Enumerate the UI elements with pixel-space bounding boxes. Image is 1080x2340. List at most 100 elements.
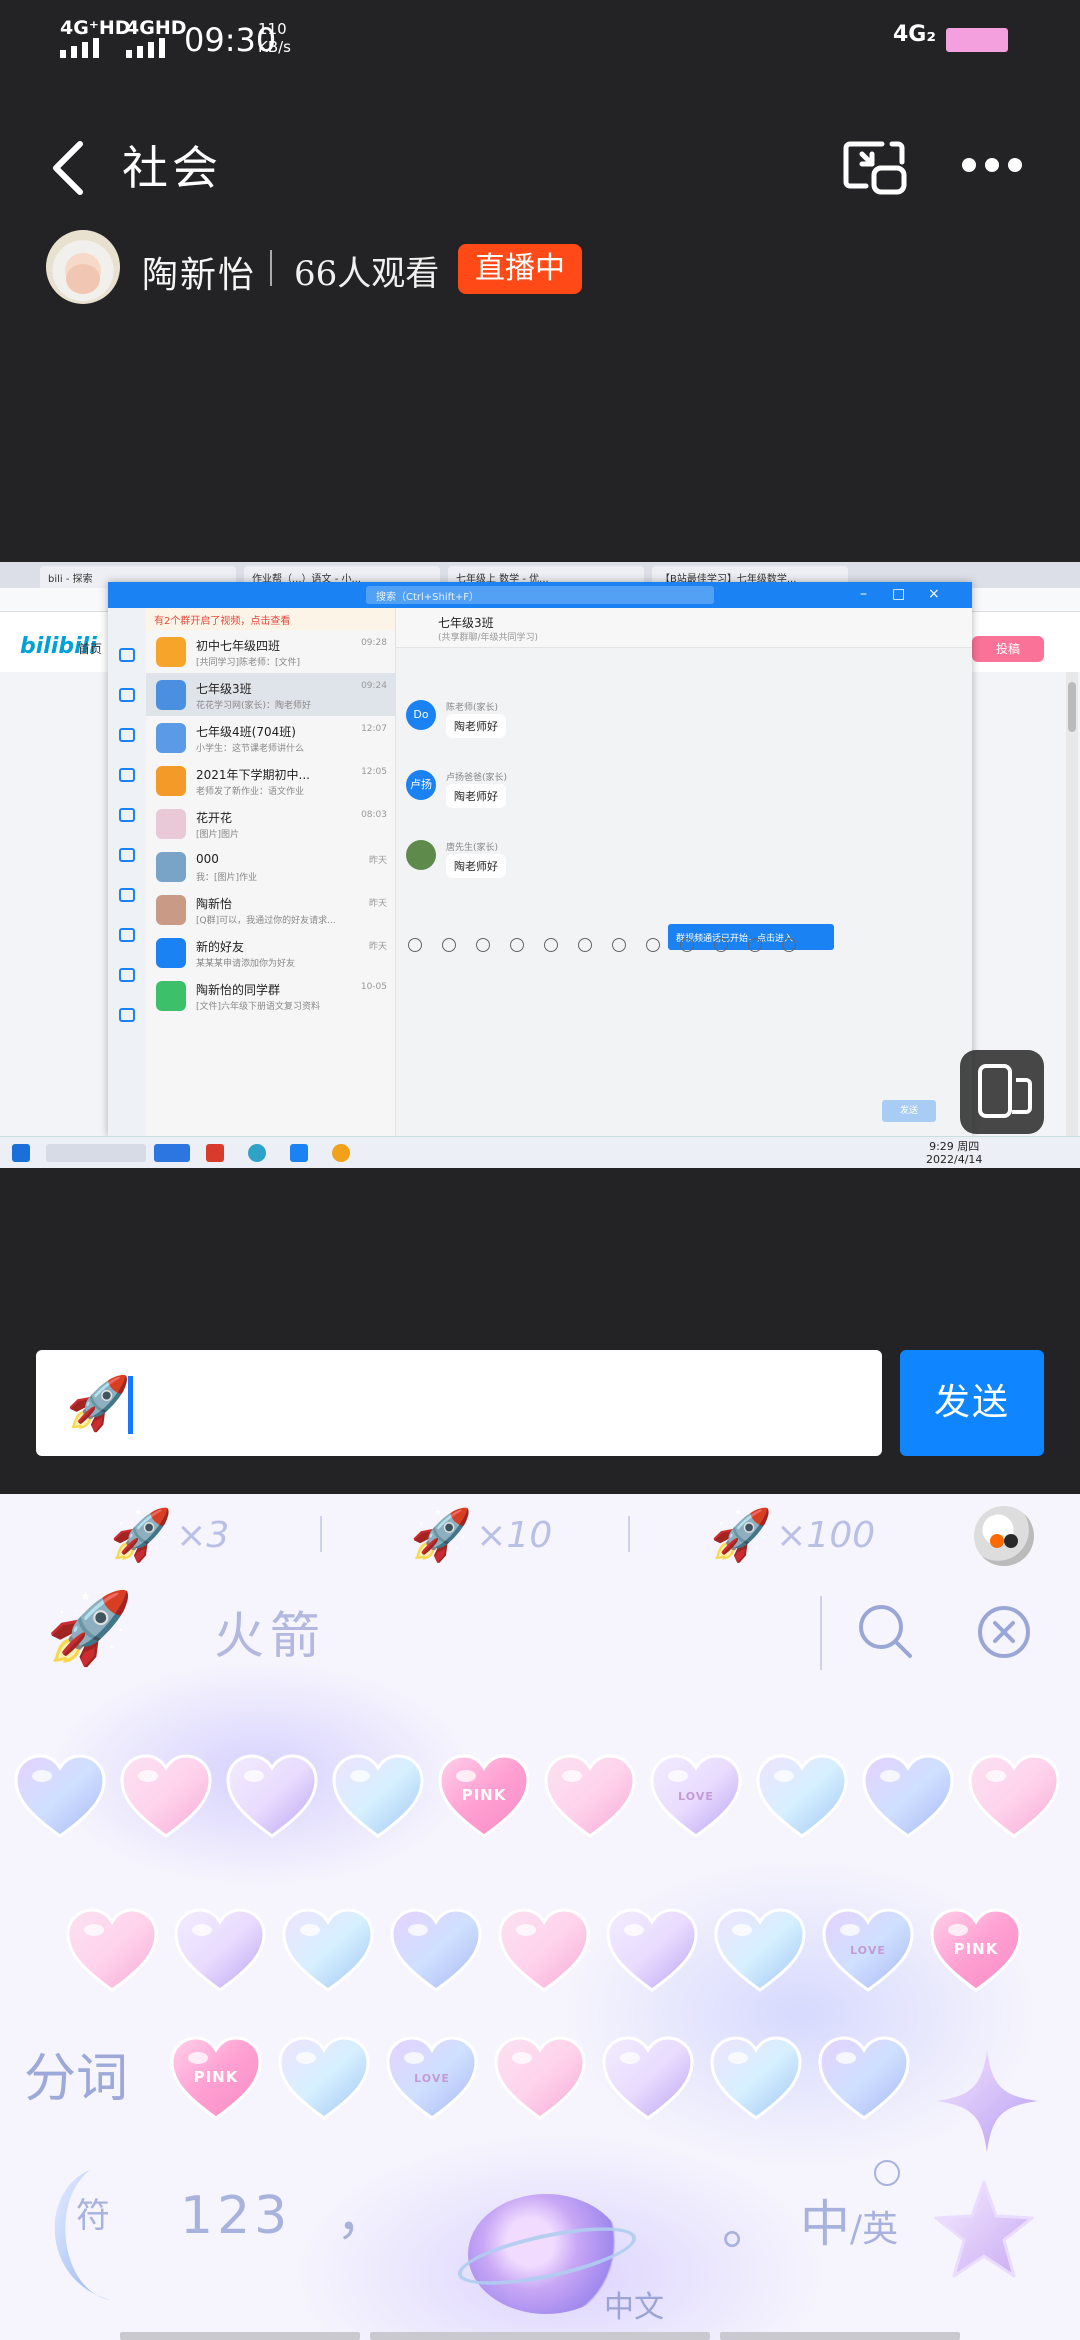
heart-sticker-icon[interactable] xyxy=(708,2034,804,2124)
number-key[interactable]: 123 xyxy=(180,2186,291,2246)
search-icon[interactable] xyxy=(856,1602,914,1660)
qq-list-notice: 有2个群开启了视频，点击查看 xyxy=(146,608,395,630)
doc-icon xyxy=(119,888,135,902)
chat-avatar: 卢扬 xyxy=(406,770,436,800)
combo-count: ×3 xyxy=(176,1514,230,1556)
network-1-label: 4G⁺HD xyxy=(60,17,131,39)
list-item: 初中七年级四班 [共同学习]陈老师：[文件] 09:28 xyxy=(146,630,395,673)
cloud-icon xyxy=(119,848,135,862)
heart-sticker-icon[interactable] xyxy=(966,1752,1062,1842)
space-label: 中文 xyxy=(604,2290,664,2325)
list-item: 七年级4班(704班) 小学生：这节课老师讲什么 12:07 xyxy=(146,716,395,759)
list-item: 陶新怡 [Q群]可以，我通过你的好友请求... 昨天 xyxy=(146,888,395,931)
keyboard: 🚀 ×3 🚀 ×10 🚀 ×100 🚀 火箭 PINK LOVE LOVE PINK xyxy=(0,1494,1080,2340)
phone-icon xyxy=(119,808,135,822)
clear-circle-icon[interactable] xyxy=(976,1604,1032,1660)
live-video[interactable]: bili - 探索 作业帮（...）语文 - 小... 七年级上 数学 - 优.… xyxy=(0,562,1080,1168)
streamer-name[interactable]: 陶新怡 xyxy=(142,246,256,298)
candidate-rocket-icon[interactable]: 🚀 xyxy=(46,1588,133,1668)
chat-list-avatar xyxy=(156,766,186,796)
heart-sticker-icon[interactable]: PINK xyxy=(928,1906,1024,1996)
heart-sticker-icon[interactable]: PINK xyxy=(168,2034,264,2124)
heart-sticker-icon[interactable] xyxy=(64,1906,160,1996)
combo-count: ×10 xyxy=(476,1514,553,1556)
heart-sticker-icon[interactable]: LOVE xyxy=(384,2034,480,2124)
heart-sticker-icon[interactable]: LOVE xyxy=(820,1906,916,1996)
browser-scrollbar xyxy=(1066,672,1078,1142)
rocket-icon: 🚀 xyxy=(710,1506,773,1564)
list-item: 七年级3班 花花学习网(家长)：陶老师好 09:24 xyxy=(146,673,395,716)
sticker-row-2: LOVE PINK xyxy=(0,1886,1080,2016)
chat-list-name: 初中七年级四班 xyxy=(196,639,281,653)
heart-sticker-icon[interactable] xyxy=(542,1752,638,1842)
heart-sticker-icon[interactable] xyxy=(754,1752,850,1842)
heart-sticker-icon[interactable] xyxy=(712,1906,808,1996)
keyboard-mascot-icon[interactable] xyxy=(974,1506,1034,1566)
chat-list-name: 000 xyxy=(196,852,219,866)
divider xyxy=(820,1596,822,1670)
heart-sticker-icon[interactable]: PINK xyxy=(436,1752,532,1842)
heart-sticker-icon[interactable] xyxy=(600,2034,696,2124)
language-switch-key[interactable]: 中/英 xyxy=(800,2184,898,2256)
heart-sticker-icon[interactable]: LOVE xyxy=(648,1752,744,1842)
candidate-word[interactable]: 火箭 xyxy=(214,1596,326,1668)
qq-search-field: 搜索（Ctrl+Shift+F） xyxy=(366,586,714,604)
battery-icon xyxy=(946,28,1008,52)
chat-list-avatar xyxy=(156,852,186,882)
period-key[interactable]: 。 xyxy=(722,2184,774,2259)
rocket-icon: 🚀 xyxy=(410,1506,473,1564)
chat-list-time: 昨天 xyxy=(368,899,387,909)
sticker-label: LOVE xyxy=(850,1944,886,1957)
send-button[interactable]: 发送 xyxy=(900,1350,1044,1456)
chat-bubble: 陶老师好 xyxy=(446,714,506,738)
chat-avatar: Do xyxy=(406,700,436,730)
header: 社会 xyxy=(0,110,1080,230)
heart-sticker-icon[interactable] xyxy=(330,1752,426,1842)
comment-input[interactable]: 🚀 xyxy=(36,1350,882,1456)
image-icon xyxy=(544,938,558,952)
streamer-info: 陶新怡 66人观看 直播中 xyxy=(46,230,946,308)
rocket-combo-row: 🚀 ×3 🚀 ×10 🚀 ×100 xyxy=(0,1494,1080,1574)
heart-sticker-icon[interactable] xyxy=(816,2034,912,2124)
edge-icon xyxy=(248,1144,266,1162)
heart-sticker-icon[interactable] xyxy=(496,1906,592,1996)
chat-list-preview: 花花学习网(家长)：陶老师好 xyxy=(196,701,312,711)
heart-sticker-icon[interactable] xyxy=(860,1752,956,1842)
word-segment-key[interactable]: 分词 xyxy=(24,2036,128,2111)
heart-sticker-icon[interactable] xyxy=(280,1906,376,1996)
chat-list-time: 昨天 xyxy=(368,856,387,866)
heart-sticker-icon[interactable] xyxy=(492,2034,588,2124)
todo-icon xyxy=(119,928,135,942)
heart-sticker-icon[interactable] xyxy=(604,1906,700,1996)
combo-x10-button[interactable]: 🚀 ×10 xyxy=(410,1500,552,1570)
chat-list-preview: [Q群]可以，我通过你的好友请求... xyxy=(196,916,336,926)
calendar-icon xyxy=(612,938,626,952)
combo-x3-button[interactable]: 🚀 ×3 xyxy=(110,1500,229,1570)
sticker-label: LOVE xyxy=(414,2072,450,2085)
heart-sticker-icon[interactable] xyxy=(172,1906,268,1996)
comma-key[interactable]: ， xyxy=(336,2174,388,2249)
picture-in-picture-icon[interactable] xyxy=(840,136,908,200)
more-dots-icon[interactable] xyxy=(962,158,1022,172)
avatar[interactable] xyxy=(46,230,120,304)
close-icon: × xyxy=(928,586,940,602)
chevron-left-icon[interactable] xyxy=(42,138,102,198)
globe-icon xyxy=(874,2160,900,2186)
network-right-label: 4G₂ xyxy=(893,22,937,47)
heart-sticker-icon[interactable] xyxy=(224,1752,320,1842)
sticker-label: LOVE xyxy=(678,1790,714,1803)
heart-sticker-icon[interactable] xyxy=(12,1752,108,1842)
navigation-bar xyxy=(120,2332,960,2340)
heart-sticker-icon[interactable] xyxy=(276,2034,372,2124)
combo-x100-button[interactable]: 🚀 ×100 xyxy=(710,1500,875,1570)
taskbar-clock: 9:29 周四 2022/4/14 xyxy=(926,1140,982,1166)
chat-subtitle: (共享群聊/年级共同学习) xyxy=(438,633,539,643)
sticker-row-1: PINK LOVE xyxy=(0,1732,1080,1862)
lang-en: /英 xyxy=(850,2209,899,2250)
symbol-key[interactable]: 符 xyxy=(76,2188,110,2237)
heart-sticker-icon[interactable] xyxy=(388,1906,484,1996)
file-icon xyxy=(119,688,135,702)
floating-window-icon[interactable] xyxy=(960,1050,1044,1134)
heart-sticker-icon[interactable] xyxy=(118,1752,214,1842)
star-icon[interactable] xyxy=(930,2176,1038,2284)
